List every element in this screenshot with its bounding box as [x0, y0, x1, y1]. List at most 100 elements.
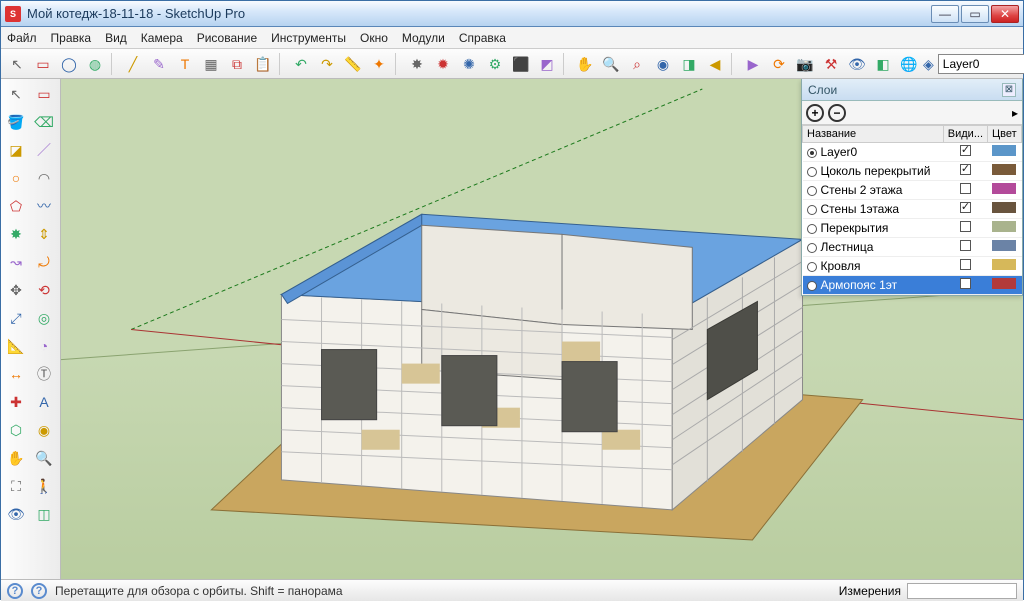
sandbox-icon[interactable]: ⬡ [3, 417, 29, 443]
add-layer-button[interactable]: + [806, 104, 824, 122]
gear-icon[interactable]: ⚙ [483, 52, 507, 76]
menu-tools[interactable]: Инструменты [271, 31, 346, 45]
instructor-icon[interactable]: ? [31, 583, 47, 599]
layer-visible-checkbox[interactable] [960, 183, 971, 194]
rotate-arc-icon[interactable]: ⤾ [31, 249, 57, 275]
layer-row[interactable]: Лестница [803, 238, 1022, 257]
axes-icon[interactable]: ✚ [3, 389, 29, 415]
ruler-icon[interactable]: 📏 [341, 52, 365, 76]
look-icon[interactable]: 👁 [3, 501, 29, 527]
section-icon[interactable]: ◫ [31, 501, 57, 527]
copy-icon[interactable]: ⧉ [225, 52, 249, 76]
hand-pan-icon[interactable]: ✋ [573, 52, 597, 76]
move-icon[interactable]: ✥ [3, 277, 29, 303]
paste-icon[interactable]: 📋 [251, 52, 275, 76]
layer-color-swatch[interactable] [992, 202, 1016, 213]
zoom-ext-icon[interactable]: ⛶ [3, 473, 29, 499]
layer-row[interactable]: Цоколь перекрытий [803, 162, 1022, 181]
col-color[interactable]: Цвет [988, 126, 1022, 143]
plane-icon[interactable]: ◨ [677, 52, 701, 76]
col-visible[interactable]: Види... [943, 126, 987, 143]
arc-icon[interactable]: ◠ [31, 165, 57, 191]
layer-row[interactable]: Кровля [803, 257, 1022, 276]
layer-row[interactable]: Перекрытия [803, 219, 1022, 238]
settings-icon[interactable]: ⚒ [819, 52, 843, 76]
layer-visible-checkbox[interactable] [960, 221, 971, 232]
layer-color-swatch[interactable] [992, 164, 1016, 175]
help-icon[interactable]: ? [7, 583, 23, 599]
text-a-icon[interactable]: A [31, 389, 57, 415]
follow-icon[interactable]: ↝ [3, 249, 29, 275]
layer-visible-checkbox[interactable] [960, 240, 971, 251]
menu-draw[interactable]: Рисование [197, 31, 257, 45]
pushpull-icon[interactable]: ⇕ [31, 221, 57, 247]
cam-icon[interactable]: 📷 [793, 52, 817, 76]
layer-active-radio[interactable] [807, 262, 817, 272]
star-icon[interactable]: ✸ [405, 52, 429, 76]
menu-window[interactable]: Окно [360, 31, 388, 45]
prev-view-icon[interactable]: ◀ [703, 52, 727, 76]
star-move-icon[interactable]: ✸ [3, 221, 29, 247]
layer-color-swatch[interactable] [992, 259, 1016, 270]
layer-visible-checkbox[interactable] [960, 278, 971, 289]
menu-plugins[interactable]: Модули [402, 31, 445, 45]
highlight-icon[interactable]: ▦ [199, 52, 223, 76]
star2-icon[interactable]: ✹ [431, 52, 455, 76]
col-name[interactable]: Название [803, 126, 944, 143]
menu-camera[interactable]: Камера [141, 31, 183, 45]
layers-panel-close-icon[interactable]: ⊠ [1002, 83, 1016, 97]
rect-icon[interactable]: ▭ [31, 81, 57, 107]
redo-icon[interactable]: ↷ [315, 52, 339, 76]
walk-icon[interactable]: 🚶 [31, 473, 57, 499]
layer-visible-checkbox[interactable] [960, 164, 971, 175]
pencil-icon[interactable]: ✎ [147, 52, 171, 76]
layer-row[interactable]: Армопояс 1эт [803, 276, 1022, 295]
tape-icon[interactable]: 📐 [3, 333, 29, 359]
orbit2-icon[interactable]: ⟳ [767, 52, 791, 76]
freehand-icon[interactable]: 〰 [31, 193, 57, 219]
maximize-button[interactable]: ▭ [961, 5, 989, 23]
layer-active-radio[interactable] [807, 205, 817, 215]
eraser-icon[interactable]: ⌫ [31, 109, 57, 135]
text-label-icon[interactable]: Ⓣ [31, 361, 57, 387]
remove-layer-button[interactable]: − [828, 104, 846, 122]
zoom-window-icon[interactable]: ⌕ [625, 52, 649, 76]
layer-color-swatch[interactable] [992, 221, 1016, 232]
box-icon[interactable]: ▭ [31, 52, 55, 76]
layer-visible-checkbox[interactable] [960, 145, 971, 156]
layer-visible-checkbox[interactable] [960, 259, 971, 270]
orbit-icon[interactable]: ◉ [651, 52, 675, 76]
box3d-icon[interactable]: ⬛ [509, 52, 533, 76]
hide-icon[interactable]: 👁 [845, 52, 869, 76]
sphere-icon[interactable]: ◯ [57, 52, 81, 76]
text-icon[interactable]: T [173, 52, 197, 76]
menu-edit[interactable]: Правка [51, 31, 92, 45]
cylinder-icon[interactable]: ◍ [83, 52, 107, 76]
layer-active-radio[interactable] [807, 224, 817, 234]
menu-file[interactable]: Файл [7, 31, 37, 45]
rect-face-icon[interactable]: ◪ [3, 137, 29, 163]
layer-color-swatch[interactable] [992, 183, 1016, 194]
layer-row[interactable]: Стены 2 этажа [803, 181, 1022, 200]
menu-help[interactable]: Справка [459, 31, 506, 45]
layer-active-radio[interactable] [807, 186, 817, 196]
circle-icon[interactable]: ○ [3, 165, 29, 191]
zoom-left-icon[interactable]: 🔍 [31, 445, 57, 471]
rotate-icon[interactable]: ⟲ [31, 277, 57, 303]
protractor-icon[interactable]: ◔ [31, 333, 57, 359]
orbit-left-icon[interactable]: ◉ [31, 417, 57, 443]
pan-hand-icon[interactable]: ✋ [3, 445, 29, 471]
viewport-3d[interactable]: Слои ⊠ + − ▸ Название Види... Цвет Layer… [61, 79, 1023, 579]
layer-active-radio[interactable] [807, 148, 817, 158]
close-button[interactable]: ✕ [991, 5, 1019, 23]
offset-icon[interactable]: ◎ [31, 305, 57, 331]
layer-color-swatch[interactable] [992, 278, 1016, 289]
select-icon[interactable]: ↖ [3, 81, 29, 107]
measurements-input[interactable] [907, 583, 1017, 599]
dimension-icon[interactable]: ↔ [3, 361, 29, 387]
polygon-icon[interactable]: ⬠ [3, 193, 29, 219]
layer-dropdown[interactable]: Layer0 [938, 54, 1024, 74]
menu-view[interactable]: Вид [105, 31, 127, 45]
component-star-icon[interactable]: ✦ [367, 52, 391, 76]
earth-icon[interactable]: 🌐 [897, 52, 921, 76]
